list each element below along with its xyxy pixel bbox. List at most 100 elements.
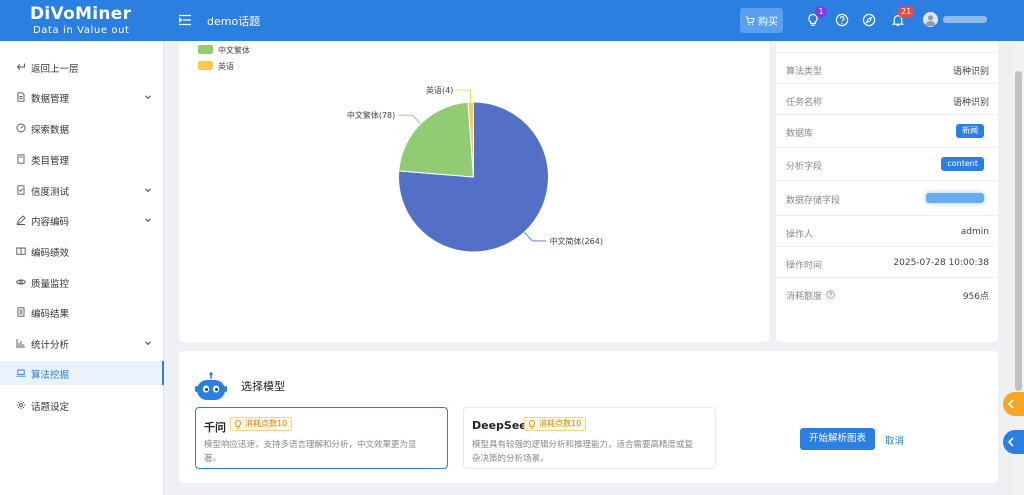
sidebar-item-label: 探索数据 (31, 125, 70, 136)
logo-text: DiVoMiner (30, 4, 132, 24)
cost-badge: 消耗点数10 (524, 417, 587, 431)
page-scrollbar[interactable] (1013, 41, 1024, 495)
menu-toggle-icon[interactable] (179, 14, 191, 26)
sidebar-item-coding-performance[interactable]: 编码绩效 (0, 239, 164, 263)
model-option-deepseek[interactable]: DeepSeek 消耗点数10 模型具有较强的逻辑分析和推理能力，适合需要高精度… (463, 407, 716, 469)
file-icon (17, 154, 25, 164)
legend-swatch (198, 45, 213, 54)
book-icon (16, 247, 26, 255)
help-icon[interactable] (835, 13, 849, 27)
analysis-field-tag: content (941, 157, 984, 171)
eye-icon (16, 279, 26, 285)
sidebar-item-label: 信度测试 (31, 187, 70, 198)
chevron-left-icon (1007, 437, 1014, 447)
buy-button[interactable]: 购买 (740, 8, 783, 33)
sidebar-item-explore-data[interactable]: 探索数据 (0, 116, 164, 140)
description-line: 杂决策的分析场景。 (472, 454, 549, 464)
return-icon (16, 63, 25, 70)
compass-icon[interactable] (862, 13, 876, 27)
info-label: 数据库 (786, 129, 814, 139)
document-icon (17, 92, 25, 102)
logo[interactable]: DiVoMiner Data in Value out (30, 4, 140, 38)
sidebar-item-reliability-test[interactable]: 信度测试 (0, 178, 164, 202)
scrollbar-thumb[interactable] (1015, 71, 1022, 391)
notifications-badge: 21 (898, 6, 915, 18)
sidebar-item-content-coding[interactable]: 内容编码 (0, 208, 164, 232)
pie-leader-line (523, 231, 547, 242)
info-label: 分析字段 (786, 162, 823, 172)
avatar[interactable] (923, 12, 938, 27)
info-row-operation-time: 操作时间 2025-07-28 10:00:38 (776, 246, 998, 279)
model-select-card: 选择模型 千问 消耗点数10 模型响应迅速，支持多语言理解和分析，中文效果更为显… (179, 351, 998, 483)
floating-tab-orange[interactable] (1003, 392, 1024, 416)
page-heading: demo话题 (207, 15, 261, 28)
lightbulb-icon (529, 420, 535, 429)
pie-leader-line (398, 114, 422, 125)
gauge-icon (16, 123, 26, 133)
model-option-qianwen[interactable]: 千问 消耗点数10 模型响应迅速，支持多语言理解和分析，中文效果更为显 著。 (195, 407, 448, 469)
pie-data-label: 中文繁体(78) (347, 110, 395, 120)
language-pie-chart: 中文繁体英语中文简体(264) 中文繁体(78) 英语(4) (198, 45, 603, 253)
chevron-down-icon (145, 188, 151, 193)
sidebar-item-quality-monitoring[interactable]: 质量监控 (0, 270, 164, 294)
legend-swatch (198, 61, 213, 70)
model-description: 模型具有较强的逻辑分析和推理能力，适合需要高精度或复 杂决策的分析场景。 (472, 438, 693, 466)
sidebar-item-back[interactable]: 返回上一层 (0, 55, 164, 79)
cancel-link[interactable]: 取消 (885, 433, 904, 447)
lightbulb-icon (235, 420, 241, 429)
gear-icon (16, 400, 26, 410)
start-analysis-button[interactable]: 开始解析图表 (800, 428, 875, 450)
pie-slice-1 (398, 101, 475, 178)
database-tag: 新闻 (956, 124, 984, 138)
sidebar-item-statistical-analysis[interactable]: 统计分析 (0, 331, 164, 355)
sidebar-item-label: 编码绩效 (31, 248, 70, 259)
sidebar: 返回上一层 数据管理 探索数据 类目管理 信度测试 内容编码 编码绩效 质量监控… (0, 41, 164, 495)
info-value: 956点 (962, 292, 989, 302)
info-row-algorithm-type: 算法类型 语种识别 (776, 52, 998, 85)
info-value: 语种识别 (952, 98, 989, 108)
sidebar-item-data-management[interactable]: 数据管理 (0, 85, 164, 109)
sidebar-item-label: 质量监控 (31, 279, 70, 290)
info-row-storage-field: 数据存储字段 (776, 180, 998, 215)
model-select-title: 选择模型 (241, 380, 285, 393)
help-icon[interactable] (826, 290, 835, 299)
top-bar: DiVoMiner Data in Value out demo话题 购买 1 … (0, 0, 1024, 41)
sidebar-item-label: 算法挖掘 (31, 370, 70, 381)
info-value: 2025-07-28 10:00:38 (893, 258, 989, 268)
laptop-icon (16, 369, 26, 377)
sidebar-item-algorithm-mining[interactable]: 算法挖掘 (0, 361, 164, 385)
tips-badge: 1 (815, 6, 827, 18)
description-line: 模型具有较强的逻辑分析和推理能力，适合需要高精度或复 (472, 440, 694, 450)
cost-label: 消耗点数10 (245, 419, 288, 428)
cost-badge: 消耗点数10 (230, 417, 293, 431)
sidebar-item-topic-settings[interactable]: 话题设定 (0, 393, 164, 417)
legend-label: 中文繁体 (218, 45, 250, 55)
description-line: 著。 (204, 454, 222, 464)
sidebar-item-coding-results[interactable]: 编码结果 (0, 300, 164, 324)
chevron-down-icon (145, 341, 151, 346)
info-label: 任务名称 (786, 98, 823, 108)
pen-icon (16, 215, 26, 225)
buy-label: 购买 (758, 17, 778, 28)
pie-data-label: 英语(4) (426, 85, 453, 95)
info-value: admin (960, 227, 989, 237)
pie-leader-line (456, 89, 472, 103)
chevron-left-icon (1007, 399, 1014, 409)
user-icon (925, 15, 936, 26)
model-description: 模型响应迅速，支持多语言理解和分析，中文效果更为显 著。 (204, 438, 417, 466)
username-redacted[interactable] (943, 16, 987, 23)
cart-icon (745, 16, 755, 25)
floating-tab-blue[interactable] (1003, 430, 1024, 454)
bar-chart-icon (16, 339, 25, 348)
task-info-card: 算法类型 语种识别 任务名称 语种识别 数据库 新闻 分析字段 content … (776, 41, 998, 342)
info-label: 操作人 (786, 230, 814, 240)
chart-card: 中文繁体 英语 中文简体(264) 中文繁体(78) 英语(4) (179, 41, 769, 342)
logo-tagline: Data in Value out (33, 25, 130, 36)
sidebar-item-label: 返回上一层 (31, 64, 79, 75)
storage-field-redacted (926, 193, 984, 203)
sidebar-item-category-management[interactable]: 类目管理 (0, 147, 164, 171)
info-row-operator: 操作人 admin (776, 215, 998, 248)
sidebar-item-label: 编码结果 (31, 309, 70, 320)
info-label: 算法类型 (786, 67, 823, 77)
info-row-consumed-quota: 消耗额度 956点 (776, 277, 998, 310)
